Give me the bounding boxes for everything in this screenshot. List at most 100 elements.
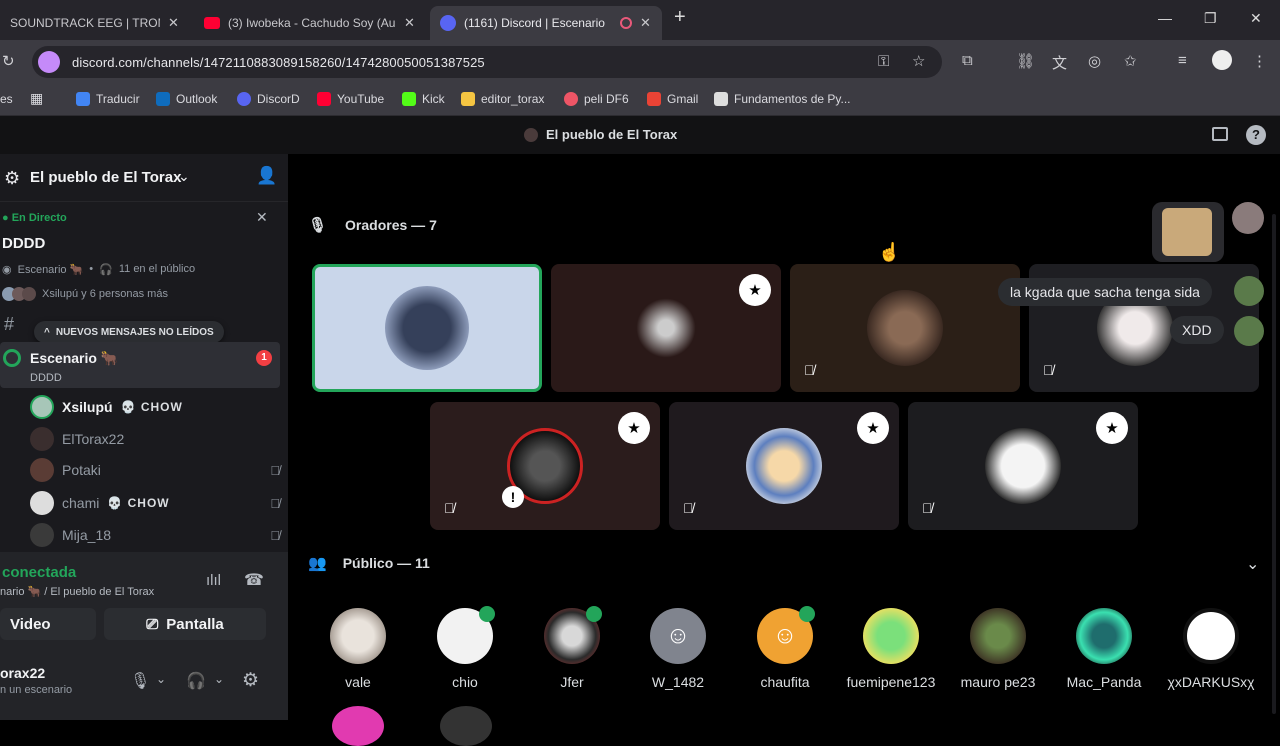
noise-suppression-icon[interactable]: ılıl (206, 572, 221, 589)
speaker-tile[interactable]: 🎙̸ ★ (669, 402, 899, 530)
menu-icon[interactable]: ⋮ (1252, 52, 1267, 70)
avatar (330, 608, 386, 664)
translate-icon[interactable]: 文 (1052, 52, 1067, 73)
bookmark-youtube[interactable]: YouTube (317, 92, 384, 106)
close-icon[interactable]: ✕ (168, 15, 179, 31)
bookmark-traducir[interactable]: Traducir (76, 92, 140, 106)
speaker-tile[interactable]: 🎙̸ ! ★ (430, 402, 660, 530)
user-status: n un escenario (0, 684, 73, 696)
profile-avatar[interactable] (1212, 50, 1232, 70)
bookmark-label: Kick (422, 92, 445, 106)
close-icon[interactable]: ✕ (256, 209, 268, 226)
bookmark-kick[interactable]: Kick (402, 92, 445, 106)
link-icon[interactable]: ⛓ (1016, 52, 1035, 70)
address-bar[interactable]: discord.com/channels/1472110883089158260… (32, 46, 942, 78)
site-info-icon[interactable] (38, 51, 60, 73)
inbox-icon[interactable] (1212, 127, 1228, 141)
unread-badge: 1 (256, 350, 272, 366)
add-user-icon[interactable]: 👤 (256, 166, 277, 186)
microphone-icon[interactable]: 🎙 (130, 671, 150, 691)
server-header[interactable]: ⚙ El pueblo de El Torax ⌄ 👤 (0, 154, 288, 202)
reload-icon[interactable]: ↻ (2, 52, 15, 70)
audience-member[interactable]: Jfer (522, 606, 622, 690)
bookmark-prefix[interactable]: es (0, 92, 13, 106)
browser-tab-2[interactable]: (3) Iwobeka - Cachudo Soy (Au ✕ (194, 6, 428, 40)
audience-name: vale (345, 674, 371, 690)
close-icon[interactable]: ✕ (640, 15, 651, 31)
chevron-down-icon[interactable]: ⌄ (1246, 554, 1259, 574)
favorites-icon[interactable]: ✩ (1124, 52, 1137, 70)
close-icon[interactable]: ✕ (404, 15, 415, 31)
voice-location: nario 🐂 / El pueblo de El Torax (0, 586, 155, 598)
channel-item-escenario[interactable]: Escenario 🐂 DDDD 1 (0, 342, 280, 388)
new-tab-button[interactable]: + (674, 6, 686, 29)
member-item[interactable]: Xsilupú 💀 CHOW (30, 393, 183, 421)
star-icon[interactable]: ☆ (912, 52, 925, 70)
screen-share-button[interactable]: ⎚ Pantalla (104, 608, 266, 640)
stage-people-text: Xsilupú y 6 personas más (42, 288, 168, 300)
video-label: Video (10, 615, 51, 633)
bookmark-peli[interactable]: peli DF6 (564, 92, 629, 106)
speaker-tile[interactable]: 🎙̸ ★ (908, 402, 1138, 530)
avatar (1183, 608, 1239, 664)
hand-cursor-icon: ☝ (878, 242, 901, 262)
bookmark-label: Traducir (96, 92, 140, 106)
speaker-tile[interactable]: 🎙̸ (790, 264, 1020, 392)
url-text: discord.com/channels/1472110883089158260… (72, 55, 485, 70)
avatar (437, 606, 495, 664)
restore-icon[interactable]: ❐ (1204, 10, 1217, 27)
extensions-icon[interactable]: ⧉ (962, 52, 973, 69)
tab-title: SOUNDTRACK EEG | TROMP (10, 16, 160, 30)
bookmark-editor[interactable]: editor_torax (461, 92, 544, 106)
audience-member[interactable]: ☺ W_1482 (628, 608, 728, 690)
audience-header: 👥 Público — 11 (308, 554, 430, 572)
member-item[interactable]: Potaki 🎙̸ (30, 456, 280, 484)
browser-tab-3[interactable]: (1161) Discord | Escenario ✕ (430, 6, 662, 40)
bookmark-outlook[interactable]: Outlook (156, 92, 217, 106)
bookmark-discord[interactable]: DiscorD (237, 92, 300, 106)
avatar (1234, 276, 1264, 306)
lens-icon[interactable]: ◎ (1088, 52, 1101, 70)
avatar (544, 606, 602, 664)
video-button[interactable]: Video (0, 608, 96, 640)
moderator-badge-icon: ★ (857, 412, 889, 444)
new-messages-pill[interactable]: ^ NUEVOS MENSAJES NO LEÍDOS (34, 321, 224, 343)
member-name: Xsilupú (62, 399, 113, 415)
help-icon[interactable]: ? (1246, 125, 1266, 145)
moderator-badge-icon: ★ (618, 412, 650, 444)
gear-icon: ⚙ (4, 168, 21, 188)
bookmark-fundamentos[interactable]: Fundamentos de Py... (714, 92, 851, 106)
member-item[interactable]: Mija_18 🎙̸ (30, 521, 280, 549)
bookmark-label: Fundamentos de Py... (734, 92, 851, 106)
outlook-icon (156, 92, 170, 106)
scrollbar[interactable] (1272, 214, 1276, 714)
audience-member[interactable]: mauro pe23 (948, 608, 1048, 690)
browser-tab-1[interactable]: SOUNDTRACK EEG | TROMP ✕ (0, 6, 190, 40)
speaker-tile[interactable] (312, 264, 542, 392)
audience-member[interactable]: vale (308, 608, 408, 690)
headphones-icon[interactable]: 🎧 (186, 671, 206, 691)
screen-share-label: Pantalla (166, 615, 224, 633)
disconnect-icon[interactable]: ☎ (244, 570, 264, 590)
speaker-tile[interactable]: ★ (551, 264, 781, 392)
audience-member[interactable]: Mac_Panda (1054, 608, 1154, 690)
chevron-down-icon[interactable]: ⌄ (156, 672, 166, 686)
close-window-icon[interactable]: ✕ (1250, 10, 1262, 27)
bookmark-gmail[interactable]: Gmail (647, 92, 698, 106)
stage-channel-icon (3, 349, 21, 367)
media-icon[interactable]: ≡ (1178, 52, 1187, 69)
apps-grid-icon[interactable]: ▦ (30, 90, 43, 107)
audience-member[interactable]: chio (415, 606, 515, 690)
audience-member[interactable]: ☺ chaufita (735, 606, 835, 690)
discord-icon (237, 92, 251, 106)
minimize-icon[interactable]: — (1158, 10, 1172, 26)
audience-name: chaufita (760, 674, 810, 690)
member-item[interactable]: ElTorax22 (30, 425, 124, 453)
audience-member[interactable]: fuemipene123 (841, 608, 941, 690)
gear-icon[interactable]: ⚙ (242, 669, 259, 692)
key-icon[interactable]: ⚿ (878, 53, 889, 70)
member-item[interactable]: chami 💀 CHOW 🎙̸ (30, 489, 280, 517)
audience-member[interactable]: χxDARKUSxχ (1161, 608, 1261, 690)
chevron-down-icon[interactable]: ⌄ (214, 672, 224, 686)
server-title: El pueblo de El Torax (524, 127, 677, 142)
